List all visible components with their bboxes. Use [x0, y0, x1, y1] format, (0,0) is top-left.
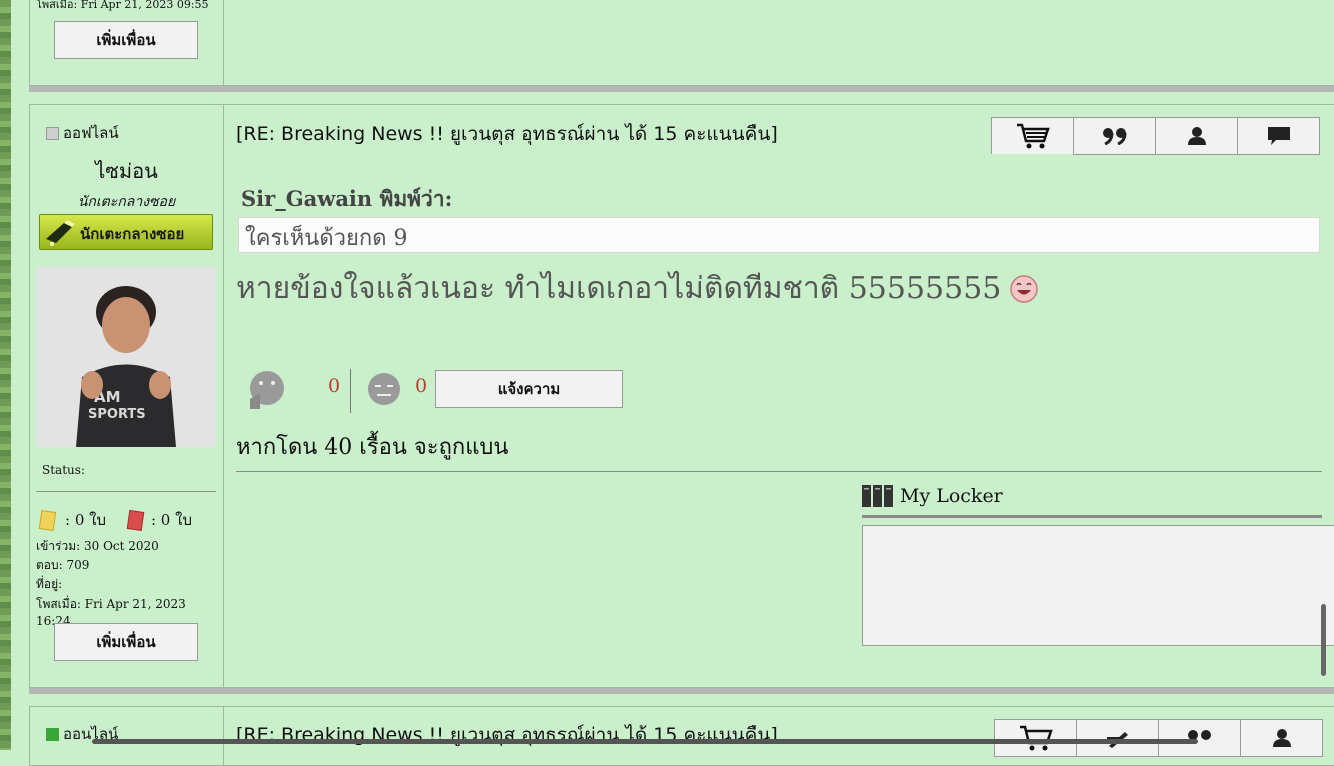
previous-post: โพสเมื่อ: Fri Apr 21, 2023 09:55 เพิ่มเพ… [29, 0, 1334, 86]
rank-badge-label: นักเตะกลางซอย [80, 225, 185, 243]
grass-border [0, 0, 11, 750]
cart-icon [1016, 123, 1050, 149]
post-title: [RE: Breaking News !! ยูเวนตุส อุทธรณ์ผ่… [236, 724, 778, 746]
online-indicator-icon [46, 727, 59, 741]
next-post: ออนไลน์ [RE: Breaking News !! ยูเวนตุส อ… [29, 706, 1334, 766]
dislike-count: 0 [415, 375, 428, 397]
like-count: 0 [328, 375, 341, 397]
post-title: [RE: Breaking News !! ยูเวนตุส อุทธรณ์ผ่… [236, 123, 778, 145]
cart-icon [1019, 725, 1053, 751]
next-post-user-panel: ออนไลน์ [30, 707, 224, 765]
horizontal-scrollbar[interactable] [92, 739, 1198, 744]
locker-underline [862, 515, 1322, 518]
post-body: หายข้องใจแล้วเนอะ ทำไมเดเกอาไม่ติดทีมชาต… [236, 265, 1039, 312]
vertical-scrollbar[interactable] [1321, 604, 1326, 676]
post-content: [RE: Breaking News !! ยูเวนตุส อุทธรณ์ผ่… [224, 105, 1334, 687]
online-status: ออฟไลน์ [46, 121, 119, 145]
vote-divider [350, 369, 351, 413]
laughing-emoji-icon [1010, 274, 1039, 303]
locker-header: My Locker [862, 485, 1003, 507]
signature-divider [236, 471, 1322, 472]
user-panel: ออฟไลน์ ไซม่อน นักเตะกลางซอย นักเตะกลางซ… [30, 105, 224, 687]
quote-button[interactable] [1158, 719, 1241, 757]
add-friend-button[interactable]: เพิ่มเพื่อน [54, 623, 198, 661]
card-counts: : 0 ใบ : 0 ใบ [38, 508, 192, 532]
soccer-boot-icon [46, 220, 75, 246]
user-rank: นักเตะกลางซอย [77, 194, 176, 210]
post-toolbar [994, 719, 1323, 757]
username[interactable]: ไซม่อน [30, 155, 223, 187]
posted-date: โพสเมื่อ: Fri Apr 21, 2023 09:55 [36, 0, 209, 11]
reply-count: ตอบ: 709 [36, 558, 90, 572]
user-icon [1187, 127, 1206, 145]
quote-icon [1102, 128, 1126, 145]
previous-post-user-panel: โพสเมื่อ: Fri Apr 21, 2023 09:55 เพิ่มเพ… [30, 0, 224, 85]
quote-button[interactable] [1073, 117, 1156, 155]
yellow-card-count: : 0 ใบ [65, 511, 106, 529]
post-toolbar [991, 117, 1320, 155]
profile-button[interactable] [1240, 719, 1323, 757]
rank-badge: นักเตะกลางซอย [39, 214, 213, 250]
report-button[interactable]: แจ้งความ [435, 370, 623, 408]
shop-button[interactable] [991, 117, 1074, 154]
add-friend-button[interactable]: เพิ่มเพื่อน [54, 21, 198, 59]
edit-pencil-icon [1106, 732, 1128, 748]
dislike-button[interactable] [366, 371, 402, 411]
avatar-person-image: AM SPORTS [36, 267, 216, 447]
divider [36, 491, 216, 492]
location: ที่อยู่: [36, 577, 63, 591]
next-post-content: [RE: Breaking News !! ยูเวนตุส อุทธรณ์ผ่… [224, 707, 1334, 765]
sad-face-icon [368, 373, 400, 405]
user-icon [1272, 729, 1291, 747]
shop-button[interactable] [994, 719, 1077, 757]
online-status-label: ออฟไลน์ [63, 124, 119, 142]
red-card-count: : 0 ใบ [150, 511, 192, 529]
edit-button[interactable] [1076, 719, 1159, 757]
message-button[interactable] [1237, 117, 1320, 155]
offline-indicator-icon [46, 126, 59, 140]
avatar: AM SPORTS [36, 267, 216, 447]
ban-notice: หากโดน 40 เรื้อน จะถูกแบน [236, 435, 509, 460]
post-body-text: หายข้องใจแล้วเนอะ ทำไมเดเกอาไม่ติดทีมชาต… [236, 271, 1002, 306]
quote-author: Sir_Gawain พิมพ์ว่า: [241, 186, 453, 211]
locker-icon [862, 485, 893, 507]
locker-box [862, 525, 1334, 646]
red-card-icon [126, 509, 145, 531]
profile-button[interactable] [1155, 117, 1238, 155]
like-button[interactable] [246, 369, 288, 415]
forum-post: ออฟไลน์ ไซม่อน นักเตะกลางซอย นักเตะกลางซ… [29, 104, 1334, 688]
join-date: เข้าร่วม: 30 Oct 2020 [36, 539, 159, 553]
locker-title: My Locker [900, 485, 1003, 507]
speech-bubble-icon [1267, 127, 1290, 145]
svg-text:SPORTS: SPORTS [88, 407, 146, 422]
thumbs-up-face-icon [250, 371, 284, 409]
status-label: Status: [42, 463, 85, 477]
quote-icon [1187, 730, 1211, 740]
quote-box: ใครเห็นด้วยกด 9 [238, 217, 1320, 253]
yellow-card-icon [38, 509, 57, 531]
